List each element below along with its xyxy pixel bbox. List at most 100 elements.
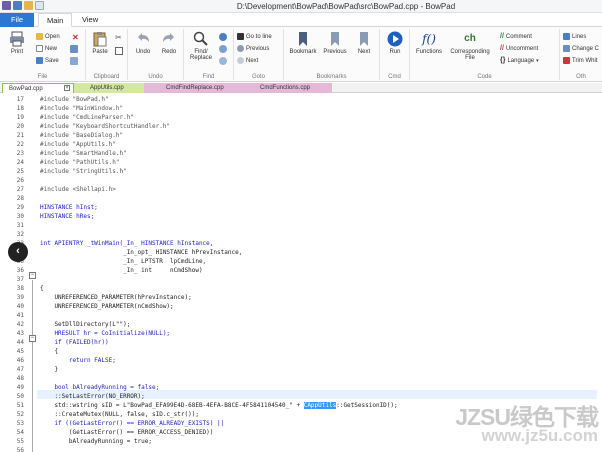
print-label: Print bbox=[10, 49, 24, 55]
code-line-text: std::wstring sID = L"BowPad_EFA99E4D-68E… bbox=[40, 402, 304, 409]
doc-tab-cmdfunctions-cpp[interactable]: CmdFunctions.cpp bbox=[232, 83, 332, 93]
bookmark-label: Bookmark bbox=[289, 49, 317, 55]
doc-tab-label: AppUtils.cpp bbox=[90, 85, 124, 91]
ribbon: Print Open New Save ✕ File Paste ✂ Clipb… bbox=[0, 27, 602, 82]
code-line: #include "BowPad.h" bbox=[40, 96, 109, 103]
find-prev-icon[interactable] bbox=[219, 45, 227, 53]
line-number: 31 bbox=[16, 222, 24, 229]
line-number: 37 bbox=[16, 276, 24, 283]
line-number: 25 bbox=[16, 168, 24, 175]
group-label-find: Find bbox=[202, 74, 215, 80]
copy-icon[interactable] bbox=[115, 47, 123, 55]
code-line: HINSTANCE hRes; bbox=[40, 213, 95, 220]
corresponding-file-button[interactable]: ch Corresponding File bbox=[448, 31, 492, 61]
line-number: 47 bbox=[16, 366, 24, 373]
fold-toggle-if-block[interactable]: − bbox=[29, 335, 36, 342]
goto-next-button[interactable]: Next bbox=[237, 57, 258, 64]
doc-tab-apputils-cpp[interactable]: AppUtils.cpp bbox=[74, 83, 144, 93]
tab-view[interactable]: View bbox=[74, 13, 106, 27]
trim-whitespace-label: Trim Whit bbox=[572, 57, 598, 64]
group-other: Lines Change C Trim Whit Oth bbox=[560, 29, 602, 80]
trim-whitespace-icon bbox=[563, 57, 570, 64]
tab-file[interactable]: File bbox=[0, 13, 34, 27]
line-number: 38 bbox=[16, 285, 24, 292]
language-braces-icon: {} bbox=[500, 57, 506, 64]
comment-button[interactable]: // Comment bbox=[500, 33, 532, 40]
new-doc-icon bbox=[36, 45, 43, 52]
find-next-icon[interactable] bbox=[219, 33, 227, 41]
comment-icon: // bbox=[500, 33, 504, 40]
line-number: 20 bbox=[16, 123, 24, 130]
chevron-down-icon: ▾ bbox=[536, 57, 539, 64]
goto-next-label: Next bbox=[246, 57, 259, 64]
paste-label: Paste bbox=[92, 49, 108, 55]
fold-toggle-function[interactable]: − bbox=[29, 272, 36, 279]
bookmark-icon bbox=[299, 32, 307, 46]
goto-previous-label: Previous bbox=[246, 45, 270, 52]
language-label: Language bbox=[507, 57, 535, 64]
code-line: UNREFERENCED_PARAMETER(hPrevInstance); bbox=[40, 294, 192, 301]
run-button[interactable]: Run bbox=[383, 31, 407, 55]
trim-whitespace-button[interactable]: Trim Whit bbox=[563, 57, 597, 64]
run-label: Run bbox=[389, 49, 401, 55]
line-number: 52 bbox=[16, 411, 24, 418]
undo-button[interactable]: Undo bbox=[132, 31, 154, 55]
code-line: HRESULT hr = CoInitialize(NULL); bbox=[40, 330, 171, 337]
lines-dropdown[interactable]: Lines bbox=[563, 33, 586, 40]
change-case-button[interactable]: Change C bbox=[563, 45, 599, 52]
code-line: (GetLastError() == ERROR_ACCESS_DENIED)) bbox=[40, 429, 214, 436]
new-button[interactable]: New bbox=[36, 45, 57, 52]
go-to-line-label: Go to line bbox=[246, 33, 272, 40]
functions-label: Functions bbox=[415, 49, 442, 55]
cut-icon[interactable]: ✂ bbox=[115, 33, 122, 42]
code-line: #include <Shellapi.h> bbox=[40, 186, 116, 193]
code-line: if ((GetLastError() == ERROR_ALREADY_EXI… bbox=[40, 420, 225, 427]
bookmark-previous-button[interactable]: Previous bbox=[321, 31, 349, 55]
save-button[interactable]: Save bbox=[36, 57, 59, 64]
export-icon[interactable] bbox=[70, 57, 78, 65]
group-label-cmd: Cmd bbox=[388, 74, 401, 80]
doc-tab-label: BowPad.cpp bbox=[9, 86, 43, 92]
group-clipboard: Paste ✂ Clipboard bbox=[86, 29, 128, 80]
bookmark-next-button[interactable]: Next bbox=[352, 31, 376, 55]
uncomment-button[interactable]: // Uncomment bbox=[500, 45, 538, 52]
redo-button[interactable]: Redo bbox=[158, 31, 180, 55]
go-to-line-button[interactable]: Go to line bbox=[237, 33, 272, 40]
language-dropdown[interactable]: {} Language ▾ bbox=[500, 57, 539, 64]
line-number: 17 bbox=[16, 96, 24, 103]
fold-guide bbox=[32, 280, 33, 452]
line-number: 30 bbox=[16, 213, 24, 220]
group-find: Find/ Replace Find bbox=[184, 29, 234, 80]
save-disk-icon bbox=[36, 57, 43, 64]
corresponding-file-label-2: File bbox=[465, 55, 475, 61]
doc-tab-bowpad-cpp[interactable]: BowPad.cpp × bbox=[2, 83, 74, 93]
doc-tab-label: CmdFunctions.cpp bbox=[260, 85, 311, 91]
chevron-left-icon: ‹ bbox=[16, 245, 20, 257]
find-files-icon[interactable] bbox=[219, 57, 227, 65]
doc-tab-cmdfindreplace-cpp[interactable]: CmdFindReplace.cpp bbox=[144, 83, 232, 93]
print-button[interactable]: Print bbox=[6, 31, 28, 55]
open-button[interactable]: Open bbox=[36, 33, 60, 40]
magnifier-icon bbox=[193, 31, 208, 46]
group-label-undo: Undo bbox=[148, 74, 163, 80]
code-line: _In_ int nCmdShow) bbox=[40, 267, 203, 274]
code-line: bool bAlreadyRunning = false; bbox=[40, 384, 160, 391]
find-replace-button[interactable]: Find/ Replace bbox=[187, 31, 215, 61]
group-label-goto: Goto bbox=[251, 74, 265, 80]
lines-label: Lines bbox=[572, 33, 587, 40]
close-tab-icon[interactable]: × bbox=[64, 85, 70, 91]
code-line: #include "StringUtils.h" bbox=[40, 168, 127, 175]
paste-button[interactable]: Paste bbox=[89, 31, 111, 55]
comment-label: Comment bbox=[505, 33, 532, 40]
back-arrow-button[interactable]: ‹ bbox=[8, 242, 28, 262]
bookmark-next-icon bbox=[360, 32, 368, 46]
tab-main[interactable]: Main bbox=[38, 13, 73, 27]
code-line: #include "KeyboardShortcutHandler.h" bbox=[40, 123, 171, 130]
functions-button[interactable]: f() Functions bbox=[412, 31, 446, 55]
goto-previous-button[interactable]: Previous bbox=[237, 45, 269, 52]
bookmark-previous-label: Previous bbox=[323, 49, 347, 55]
bookmark-button[interactable]: Bookmark bbox=[286, 31, 320, 55]
group-label-code: Code bbox=[477, 74, 492, 80]
save-all-icon[interactable] bbox=[70, 45, 78, 53]
close-doc-icon[interactable]: ✕ bbox=[72, 33, 79, 42]
